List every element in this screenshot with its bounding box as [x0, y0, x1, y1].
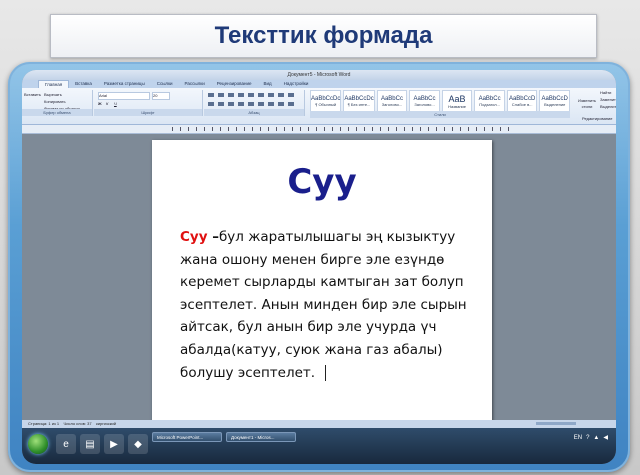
font-name-select[interactable]: Arial	[98, 92, 150, 100]
styles-gallery: AaBbCcDc ¶ Обычный AaBbCcDc ¶ Без инте... …	[310, 90, 570, 113]
find-button[interactable]: Найти	[600, 90, 616, 96]
font-group: Arial 20 Ж К Ч Шрифт	[94, 90, 203, 116]
tab-page-layout[interactable]: Разметка страницы	[98, 80, 151, 88]
align-buttons[interactable]	[208, 102, 298, 106]
tab-review[interactable]: Рецензирование	[211, 80, 258, 88]
ruler-scale	[172, 127, 512, 131]
style-title[interactable]: AaB Название	[441, 90, 473, 113]
ribbon: Вставить Вырезать Копировать Формат по о…	[22, 88, 616, 125]
status-bar: Страница: 1 из 1 Число слов: 37 киргизск…	[22, 420, 616, 428]
language-indicator[interactable]: EN	[574, 435, 582, 441]
taskbar-app-powerpoint[interactable]: Microsoft PowerPoint...	[152, 432, 222, 442]
text-cursor	[325, 364, 327, 381]
clipboard-group-label: Буфер обмена	[22, 109, 92, 116]
ie-icon[interactable]: e	[56, 434, 76, 454]
volume-icon[interactable]: ◀	[603, 434, 608, 441]
paragraph-group-label: Абзац	[204, 109, 304, 116]
status-page[interactable]: Страница: 1 из 1	[28, 421, 59, 426]
paragraph-lead-word: Суу	[180, 229, 208, 245]
select-button[interactable]: Выделить	[600, 104, 616, 110]
taskbar: e ▤ ▶ ◆ Microsoft PowerPoint... Документ…	[22, 428, 616, 464]
word-window: Документ5 - Microsoft Word Главная Встав…	[22, 70, 616, 464]
font-size-select[interactable]: 20	[152, 92, 170, 100]
cut-button[interactable]: Вырезать	[44, 92, 62, 98]
change-styles-button[interactable]: Изменить стили	[574, 98, 600, 109]
tab-addins[interactable]: Надстройки	[278, 80, 315, 88]
paste-button[interactable]: Вставить	[24, 92, 41, 98]
bold-button[interactable]: Ж	[98, 101, 102, 107]
tab-view[interactable]: Вид	[258, 80, 278, 88]
style-emphasis[interactable]: AaBbCcD Выделение	[539, 90, 570, 113]
underline-button[interactable]: Ч	[114, 101, 117, 107]
slide-title: Тексттик формада	[214, 22, 433, 49]
ribbon-tabs: Главная Вставка Разметка страницы Ссылки…	[22, 80, 616, 88]
document-page[interactable]: Суу Суу –бул жаратылышагы эң кызыктуу жа…	[152, 140, 492, 430]
replace-button[interactable]: Заменить	[600, 97, 616, 103]
paragraph-text: бул жаратылышагы эң кызыктуу жана ошону …	[180, 229, 467, 381]
paragraph-dash: –	[207, 229, 219, 245]
styles-group-label: Стили	[310, 111, 570, 118]
tab-mailings[interactable]: Рассылки	[179, 80, 211, 88]
clipboard-group: Вставить Вырезать Копировать Формат по о…	[22, 90, 93, 116]
style-heading-2[interactable]: AaBbCc Заголово...	[409, 90, 440, 113]
copy-button[interactable]: Копировать	[44, 99, 66, 105]
app-icon[interactable]: ◆	[128, 434, 148, 454]
taskbar-app-word[interactable]: Документ1 - Micros...	[226, 432, 296, 442]
style-subtitle[interactable]: AaBbCc Подзагол...	[474, 90, 505, 113]
system-tray: EN ? ▲ ◀	[574, 434, 608, 442]
slide-title-box: Тексттик формада	[50, 14, 597, 58]
help-icon[interactable]: ?	[586, 435, 589, 441]
tab-home[interactable]: Главная	[38, 80, 70, 88]
document-paragraph: Суу –бул жаратылышагы эң кызыктуу жана о…	[180, 226, 480, 384]
window-titlebar: Документ5 - Microsoft Word	[22, 70, 616, 80]
style-heading-1[interactable]: AaBbCc Заголово...	[376, 90, 408, 113]
status-words[interactable]: Число слов: 37	[64, 421, 92, 426]
status-language[interactable]: киргизский	[96, 421, 116, 426]
horizontal-ruler	[22, 125, 616, 134]
list-buttons[interactable]	[208, 93, 298, 97]
style-no-spacing[interactable]: AaBbCcDc ¶ Без инте...	[343, 90, 375, 113]
zoom-slider[interactable]	[536, 422, 576, 425]
tab-references[interactable]: Ссылки	[151, 80, 179, 88]
italic-button[interactable]: К	[106, 101, 108, 107]
screenshot-frame: Документ5 - Microsoft Word Главная Встав…	[8, 62, 630, 472]
font-group-label: Шрифт	[94, 109, 202, 116]
document-heading: Суу	[287, 162, 357, 202]
network-icon[interactable]: ▲	[593, 435, 599, 441]
style-normal[interactable]: AaBbCcDc ¶ Обычный	[310, 90, 342, 113]
style-subtle-emphasis[interactable]: AaBbCcD Слабое в...	[506, 90, 538, 113]
start-button[interactable]	[28, 434, 48, 454]
media-player-icon[interactable]: ▶	[104, 434, 124, 454]
editing-group-label: Редактирование	[582, 116, 613, 121]
tab-insert[interactable]: Вставка	[69, 80, 98, 88]
folder-icon[interactable]: ▤	[80, 434, 100, 454]
document-workspace: Суу Суу –бул жаратылышагы эң кызыктуу жа…	[22, 134, 616, 430]
paragraph-group: Абзац	[204, 90, 305, 116]
